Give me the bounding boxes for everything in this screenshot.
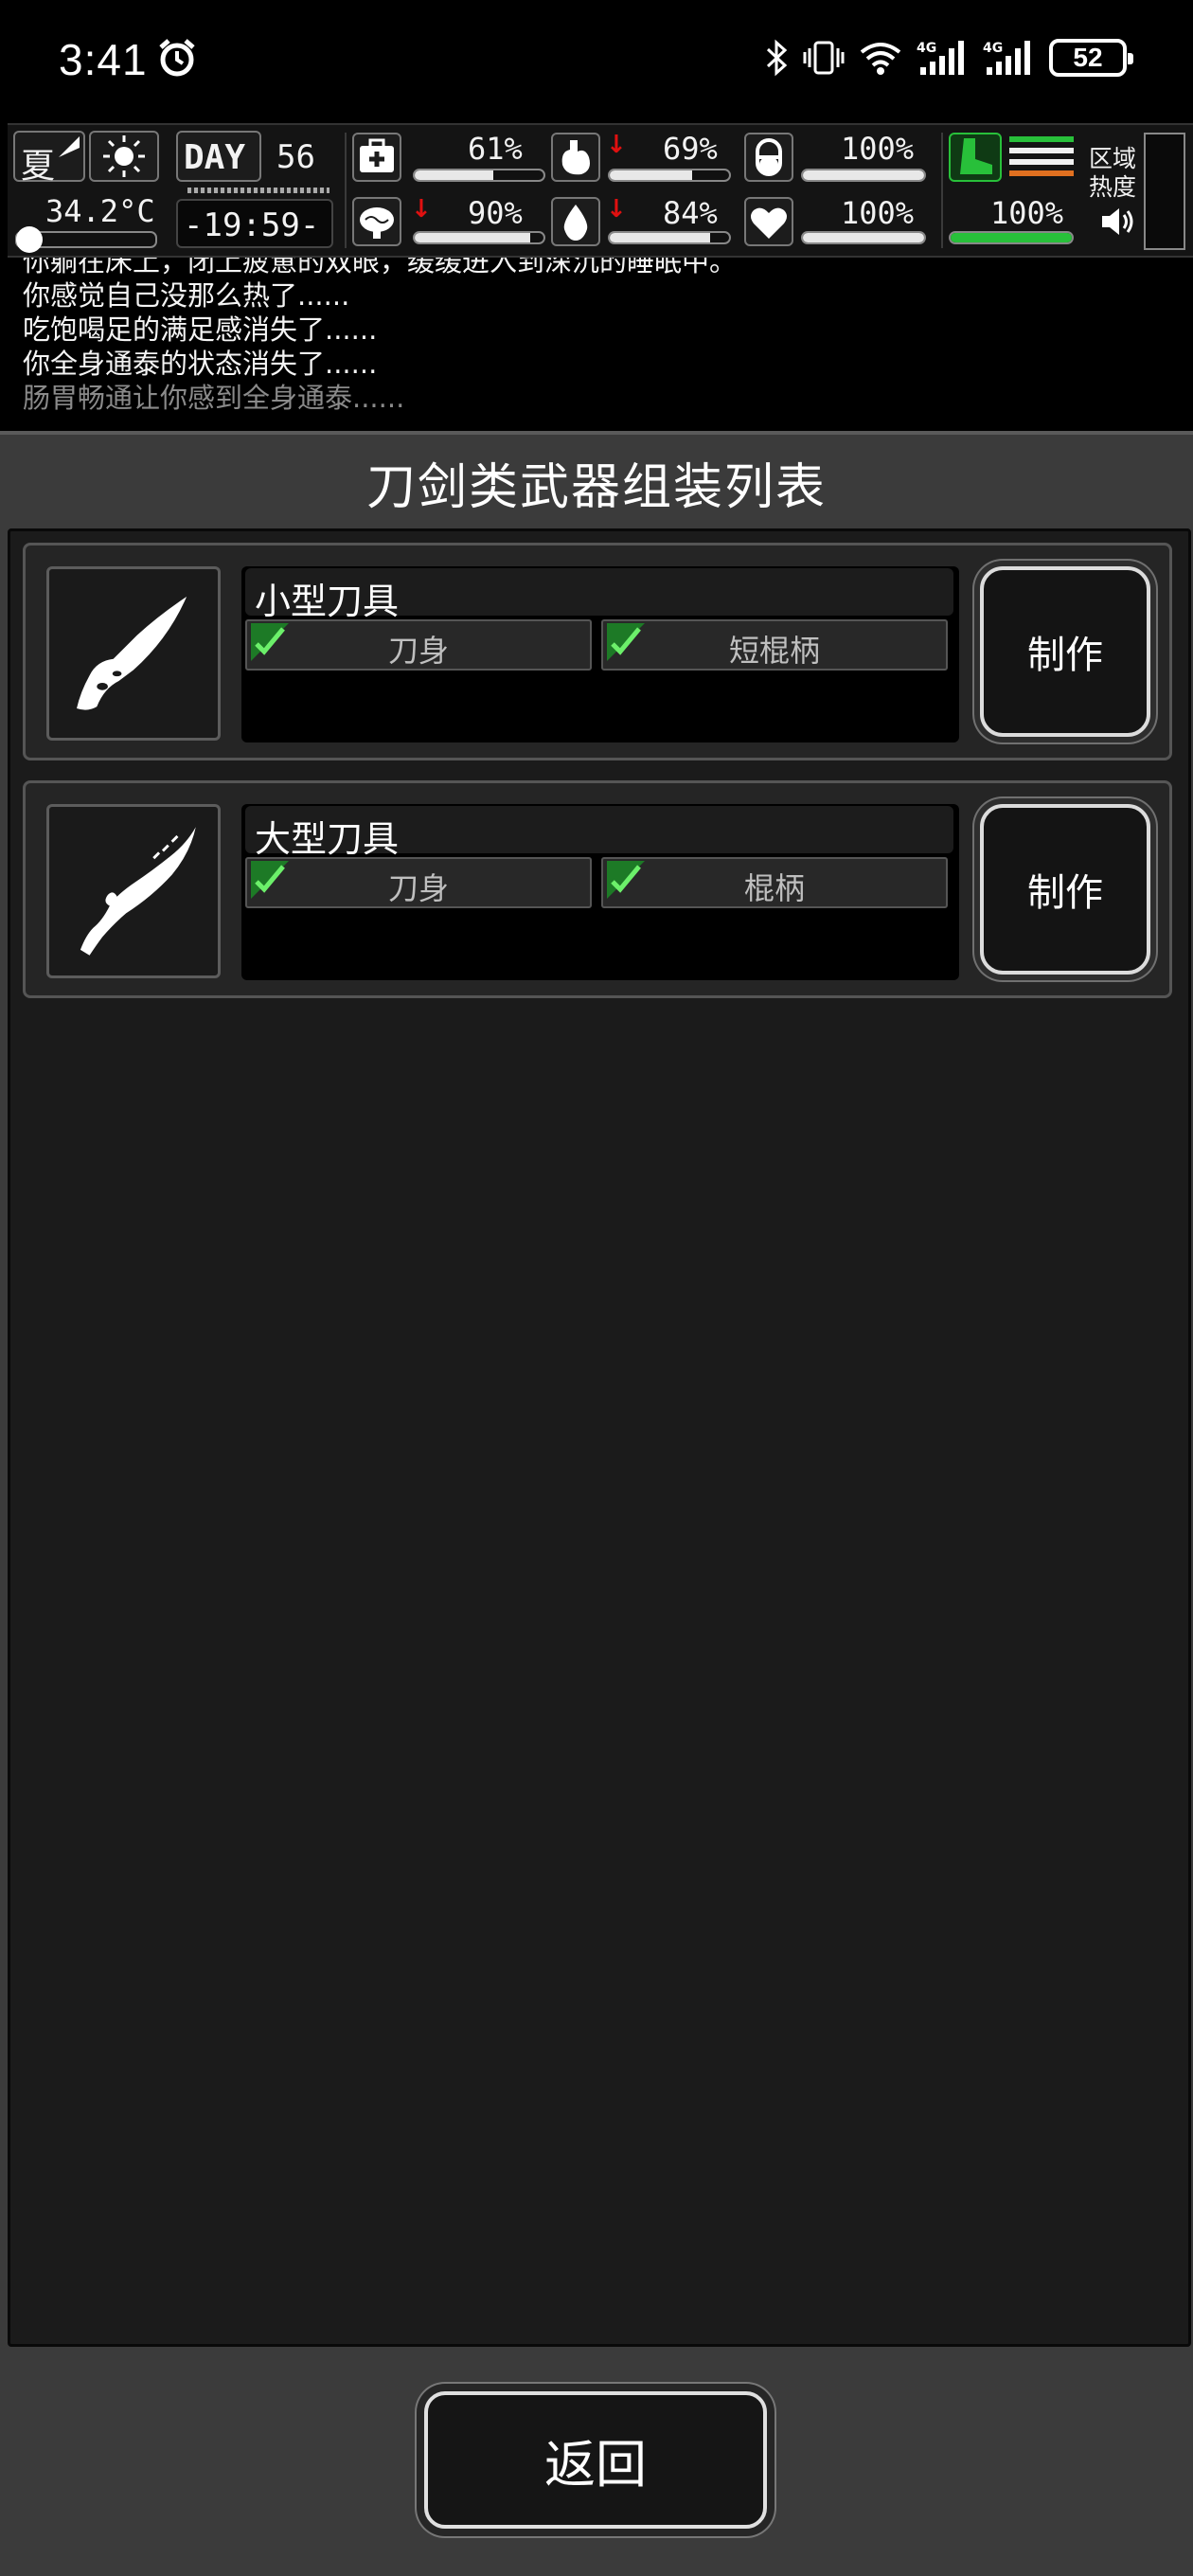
message-log: 你躺在床上，闭上疲惫的双眼，缓缓进入到深沉的睡眠中。 你感觉自己没那么热了...…	[0, 258, 1193, 426]
hunger-value: 69%	[663, 131, 718, 167]
part-slot: 刀身	[245, 857, 592, 908]
stamina-bar	[949, 231, 1074, 244]
sun-icon	[103, 135, 145, 177]
recipe-card-small-knife: 小型刀具 刀身 短棍柄 制作	[23, 543, 1172, 760]
stamina-value: 100%	[990, 195, 1064, 231]
recipe-name-bar: 小型刀具	[245, 568, 953, 622]
recipe-info: 大型刀具 刀身 棍柄	[241, 804, 959, 980]
day-progress-strip	[187, 188, 329, 193]
mind-value: 90%	[468, 195, 523, 231]
water-drop-icon	[563, 205, 588, 241]
log-line: 你全身通泰的状态消失了......	[23, 348, 378, 380]
season-badge: 夏	[13, 131, 85, 186]
hunger-stat	[551, 133, 600, 182]
part-label: 刀身	[387, 870, 449, 906]
season-label: 夏	[21, 147, 56, 186]
wifi-icon	[860, 43, 901, 75]
signal-4g-1-icon: 4G	[917, 41, 964, 75]
stomach-icon	[561, 140, 590, 175]
part-label: 刀身	[387, 633, 449, 669]
health-value: 61%	[468, 131, 523, 167]
recipe-name: 大型刀具	[255, 818, 400, 860]
sound-toggle-icon[interactable]	[1096, 201, 1138, 242]
thirst-bar	[608, 231, 731, 244]
health-bar	[413, 169, 545, 182]
heart-value: 100%	[841, 195, 915, 231]
medkit-icon	[360, 138, 394, 172]
clock-time: 3:41	[59, 35, 148, 84]
log-line: 你感觉自己没那么热了......	[23, 279, 350, 312]
game-clock-box: -19:59-	[176, 199, 333, 248]
stamina-stat	[949, 133, 1002, 182]
svg-text:4G: 4G	[917, 41, 936, 56]
sun-icon-box	[89, 131, 159, 182]
thirst-value: 84%	[663, 195, 718, 231]
status-bar: 3:41 4G 4G 52	[0, 0, 1193, 123]
large-knife-icon	[80, 827, 196, 956]
zone-heat-meter	[1144, 133, 1185, 250]
mind-bar	[413, 231, 545, 244]
signal-4g-2-icon: 4G	[983, 41, 1030, 75]
pill-icon	[756, 138, 782, 176]
recipe-thumbnail	[46, 804, 221, 978]
temperature-value: 34.2°C	[45, 193, 155, 229]
day-badge: DAY	[176, 131, 261, 182]
recipe-card-large-knife: 大型刀具 刀身 棍柄 制作	[23, 780, 1172, 998]
back-button[interactable]: 返回	[424, 2391, 767, 2529]
bluetooth-icon	[766, 39, 788, 77]
boot-icon	[960, 138, 992, 174]
mind-stat	[352, 197, 401, 246]
panel-title: 刀剑类武器组装列表	[365, 459, 827, 516]
recipe-name-bar: 大型刀具	[245, 806, 953, 860]
recipe-info: 小型刀具 刀身 短棍柄	[241, 566, 959, 742]
part-label: 棍柄	[743, 870, 805, 906]
heart-stat	[744, 197, 793, 246]
craft-button[interactable]: 制作	[980, 566, 1150, 737]
pill-bar	[801, 169, 926, 182]
part-label: 短棍柄	[728, 633, 820, 669]
pill-value: 100%	[841, 131, 915, 167]
vibrate-icon	[803, 41, 845, 75]
craft-button[interactable]: 制作	[980, 804, 1150, 975]
log-line: 肠胃畅通让你感到全身通泰......	[23, 382, 405, 414]
small-knife-icon	[77, 597, 187, 710]
alarm-icon	[159, 39, 195, 77]
part-slot: 短棍柄	[601, 619, 948, 671]
recipe-thumbnail	[46, 566, 221, 741]
health-stat	[352, 133, 401, 182]
day-label: DAY	[184, 138, 246, 177]
stamina-stripes	[1009, 136, 1074, 178]
recipe-name: 小型刀具	[255, 581, 400, 622]
thermometer-icon	[16, 226, 43, 253]
battery-indicator: 52	[1049, 39, 1133, 77]
pill-stat	[744, 133, 793, 182]
brain-icon	[360, 207, 394, 239]
log-line: 吃饱喝足的满足感消失了......	[23, 313, 378, 346]
hunger-bar	[608, 169, 731, 182]
mind-decreasing-icon: ↓	[411, 195, 432, 224]
heart-bar	[801, 231, 926, 244]
battery-level: 52	[1073, 43, 1103, 72]
hunger-decreasing-icon: ↓	[606, 131, 627, 159]
survival-hud: 夏 34.2°C DAY 56 -19:59- 61% ↓ 69% 100% ↓	[8, 123, 1193, 258]
zone-heat-label-2: 热度	[1089, 173, 1137, 201]
heart-icon	[751, 207, 787, 239]
season-corner-icon	[59, 136, 80, 157]
thirst-decreasing-icon: ↓	[606, 195, 627, 224]
part-slot: 棍柄	[601, 857, 948, 908]
game-clock: -19:59-	[184, 206, 320, 244]
part-slot: 刀身	[245, 619, 592, 671]
log-line: 你躺在床上，闭上疲惫的双眼，缓缓进入到深沉的睡眠中。	[23, 258, 738, 277]
svg-text:4G: 4G	[983, 41, 1003, 56]
thirst-stat	[551, 197, 600, 246]
day-number: 56	[276, 138, 315, 176]
